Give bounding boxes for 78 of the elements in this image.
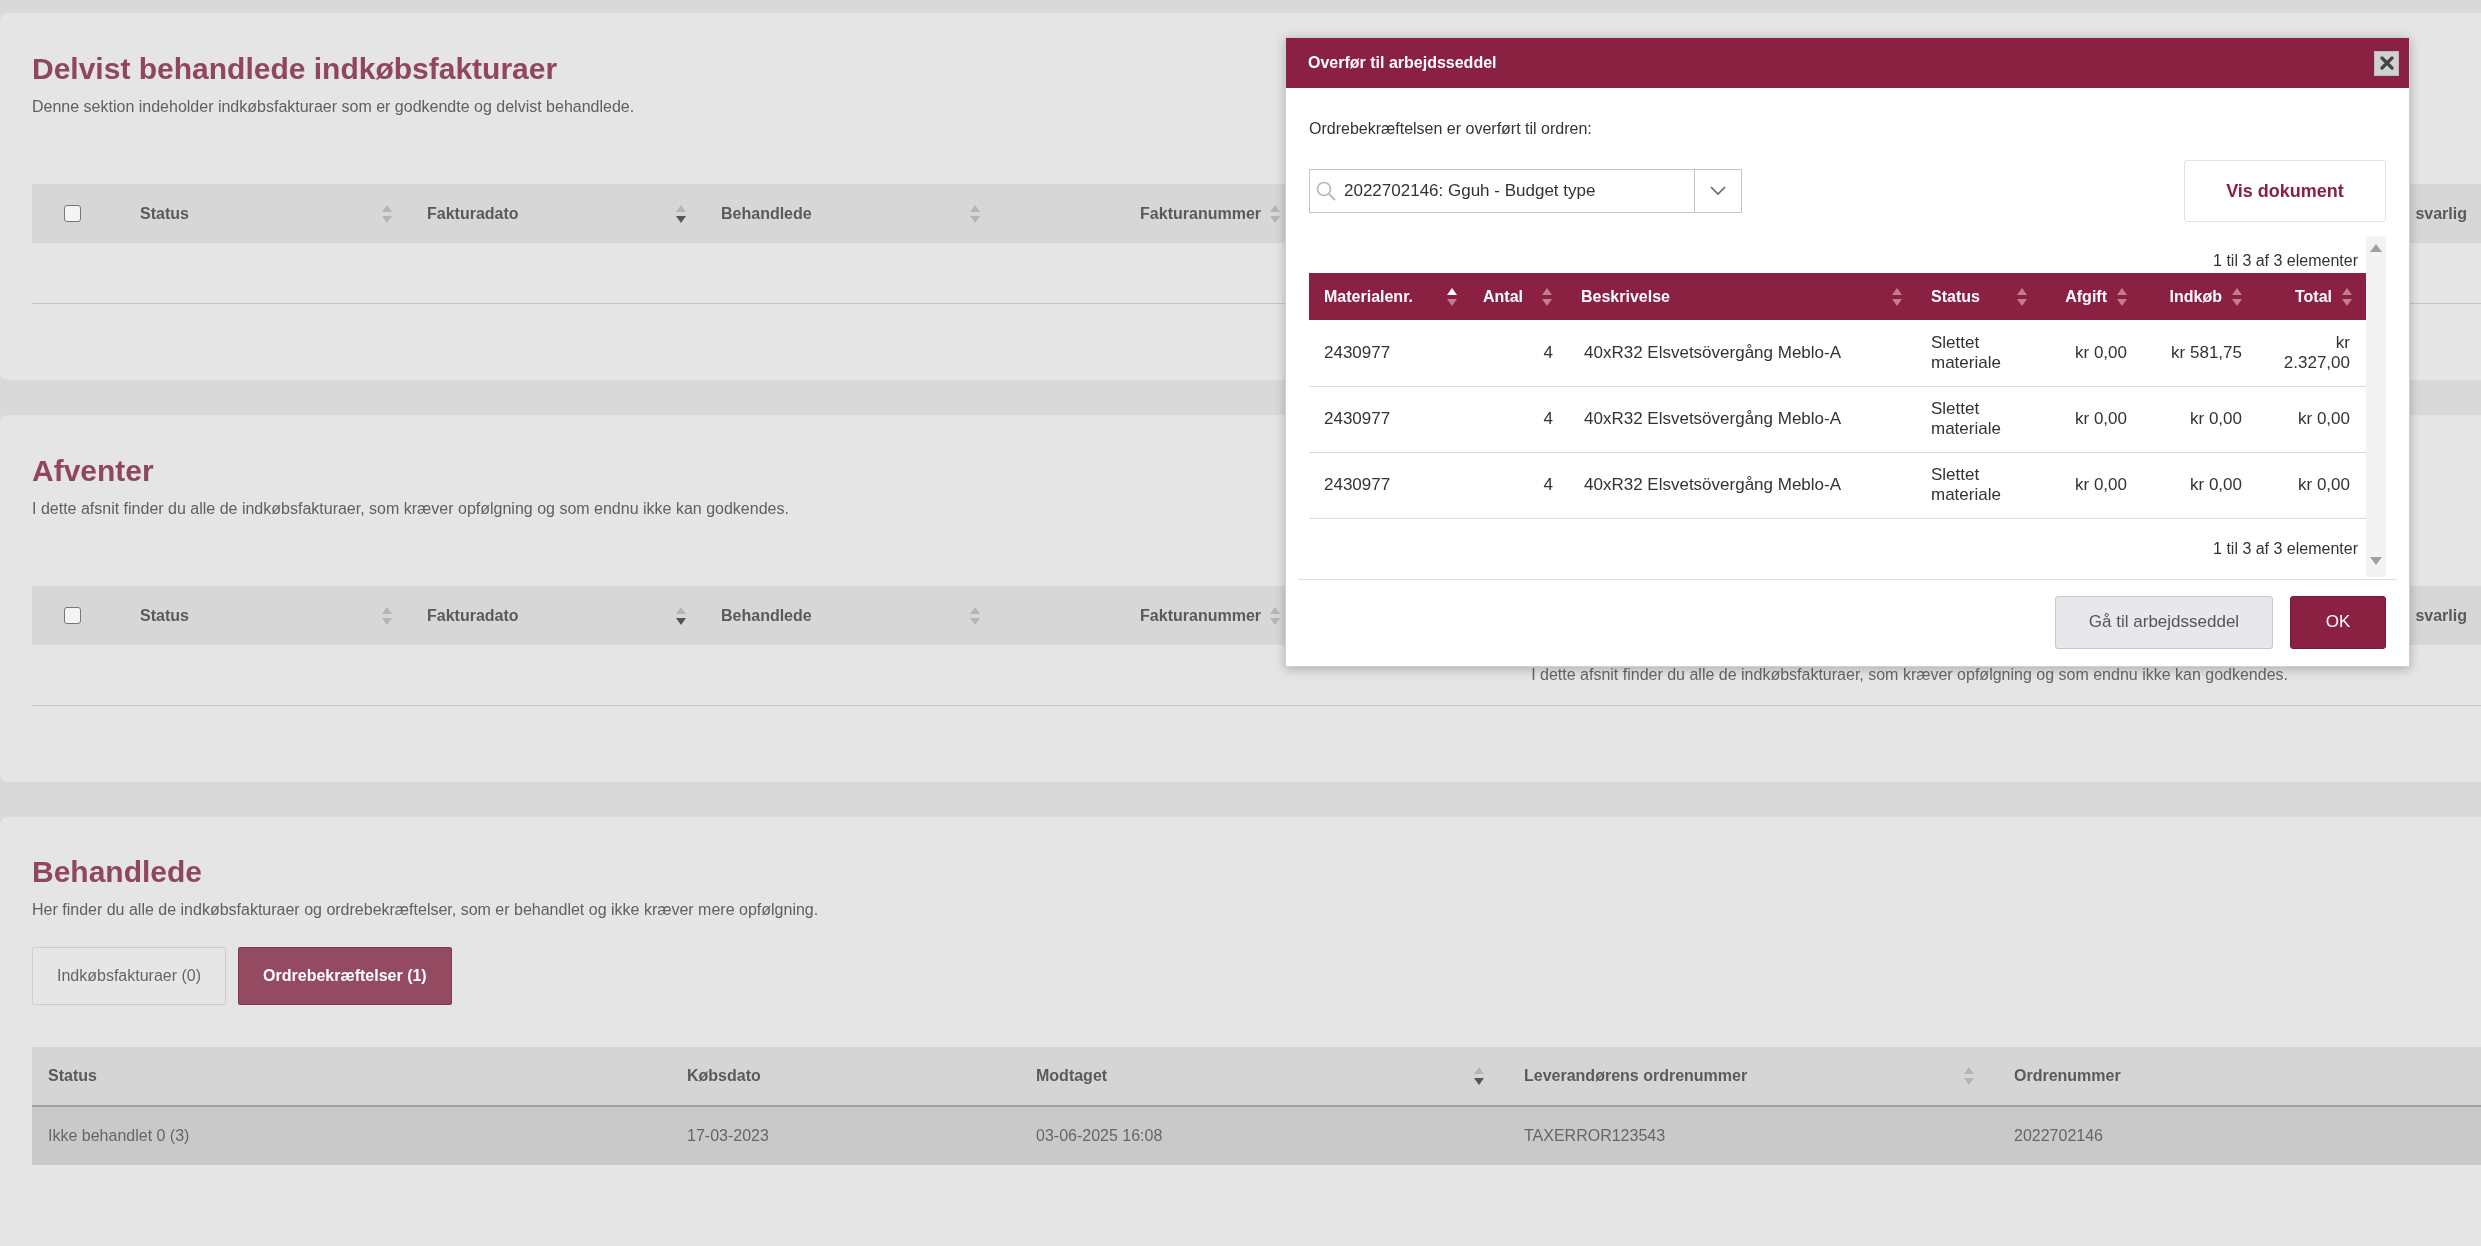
column-header[interactable]: Ordrenummer	[2014, 1067, 2121, 1085]
dialog-title: Overfør til arbejdsseddel	[1308, 54, 1497, 72]
select-all-checkbox[interactable]	[64, 205, 81, 222]
table-cell: 4	[1543, 475, 1553, 494]
close-icon	[2379, 56, 2394, 70]
order-field[interactable]: 2022702146: Gguh - Budget type	[1309, 169, 1695, 213]
sort-icon[interactable]	[676, 204, 686, 223]
select-all-checkbox[interactable]	[64, 607, 81, 624]
table-cell: 17-03-2023	[687, 1127, 769, 1145]
section-title: Behandlede	[32, 854, 203, 890]
table-cell: kr 2.327,00	[2283, 332, 2350, 372]
section-description: I dette afsnit finder du alle de indkøbsfakturaer, som kræver opfølgning og som endnu ikke kan godkendes.	[32, 499, 789, 519]
table-cell: TAXERROR123543	[1524, 1127, 1666, 1145]
table-cell: kr 581,75	[2171, 342, 2242, 362]
column-header[interactable]: svarlig	[2415, 204, 2467, 223]
table-cell: 2430977	[1324, 475, 1391, 494]
table-cell: 03-06-2025 16:08	[1036, 1127, 1163, 1145]
table-row[interactable]: Ikke behandlet 0 (3) 17-03-2023 03-06-2025 16:08 TAXERROR123543 2022702146	[32, 1107, 2481, 1165]
column-header[interactable]: Status	[1931, 287, 1980, 306]
table-cell: 4	[1543, 342, 1553, 362]
table-cell: Slettet materiale	[1931, 332, 2001, 372]
column-header[interactable]: Antal	[1483, 287, 1523, 306]
table-cell: 2430977	[1324, 409, 1391, 428]
table-cell: Ikke behandlet 0 (3)	[48, 1127, 190, 1145]
table-cell: 40xR32 Elsvetsövergång Meblo-A	[1584, 342, 1842, 362]
dialog-message: Ordrebekræftelsen er overført til ordren:	[1309, 119, 1593, 139]
sort-icon[interactable]	[1447, 287, 1457, 306]
column-header[interactable]: Modtaget	[1036, 1067, 1108, 1085]
column-header[interactable]: Status	[140, 204, 189, 223]
table-cell: 4	[1543, 409, 1553, 428]
chevron-down-icon	[1710, 186, 1726, 196]
column-header[interactable]: Beskrivelse	[1581, 287, 1670, 306]
section-title: Delvist behandlede indkøbsfakturaer	[32, 51, 558, 87]
item-count: 1 til 3 af 3 elementer	[2213, 539, 2358, 557]
column-header[interactable]: Fakturanummer	[1140, 204, 1261, 223]
column-header[interactable]: Status	[140, 606, 189, 625]
empty-table-message: I dette afsnit finder du alle de indkøbsfakturaer, som kræver opfølgning og som endnu ikke kan godkendes.	[1531, 666, 2288, 684]
sort-icon[interactable]	[1474, 1067, 1484, 1085]
table-cell: Slettet materiale	[1931, 465, 2001, 504]
dropdown-button[interactable]	[1695, 169, 1742, 213]
table-cell: kr 0,00	[2298, 409, 2350, 428]
table-cell: kr 0,00	[2190, 475, 2242, 494]
section-description: Denne sektion indeholder indkøbsfakturaer som er godkendte og delvist behandlede.	[32, 97, 635, 117]
item-count: 1 til 3 af 3 elementer	[2213, 252, 2358, 269]
table-cell: kr 0,00	[2190, 409, 2242, 428]
column-header[interactable]: Afgift	[2065, 287, 2107, 306]
column-header[interactable]: Indkøb	[2169, 287, 2222, 306]
section-title: Afventer	[32, 453, 154, 489]
table-cell: 2430977	[1324, 342, 1391, 362]
column-header[interactable]: Fakturadato	[427, 204, 519, 223]
table-cell: kr 0,00	[2075, 475, 2127, 494]
table-cell: kr 0,00	[2075, 409, 2127, 428]
go-to-button[interactable]: Gå til arbejdsseddel	[2055, 595, 2273, 649]
ok-button[interactable]: OK	[2290, 595, 2386, 649]
column-header[interactable]: Total	[2294, 287, 2332, 306]
table-cell: 40xR32 Elsvetsövergång Meblo-A	[1584, 475, 1842, 494]
scrollbar[interactable]	[2366, 236, 2386, 577]
view-document-button[interactable]: Vis dokument	[2184, 160, 2386, 222]
table-cell: kr 0,00	[2075, 342, 2127, 362]
table-cell: 40xR32 Elsvetsövergång Meblo-A	[1584, 409, 1842, 428]
section-description: Her finder du alle de indkøbsfakturaer og ordrebekræftelser, som er behandlet og ikke kræver mere opfølgning.	[32, 900, 819, 920]
tab[interactable]: Indkøbsfakturaer (0)	[32, 947, 227, 1005]
column-header[interactable]: svarlig	[2415, 606, 2467, 625]
table-cell: Slettet materiale	[1931, 399, 2001, 438]
tab[interactable]: Ordrebekræftelser (1)	[238, 947, 452, 1005]
column-header[interactable]: Købsdato	[687, 1067, 761, 1085]
column-header[interactable]: Status	[48, 1067, 97, 1085]
sort-icon[interactable]	[676, 606, 686, 625]
column-header[interactable]: Fakturanummer	[1140, 606, 1261, 625]
table-cell: 2022702146	[2014, 1127, 2103, 1145]
column-header[interactable]: Leverandørens ordrenummer	[1524, 1067, 1748, 1085]
column-header[interactable]: Behandlede	[721, 606, 812, 625]
close-button[interactable]	[2374, 50, 2399, 76]
column-header[interactable]: Fakturadato	[427, 606, 519, 625]
table-cell: kr 0,00	[2298, 475, 2350, 494]
search-icon	[1316, 181, 1336, 201]
column-header[interactable]: Behandlede	[721, 204, 812, 223]
scroll-down-icon	[2370, 556, 2382, 565]
